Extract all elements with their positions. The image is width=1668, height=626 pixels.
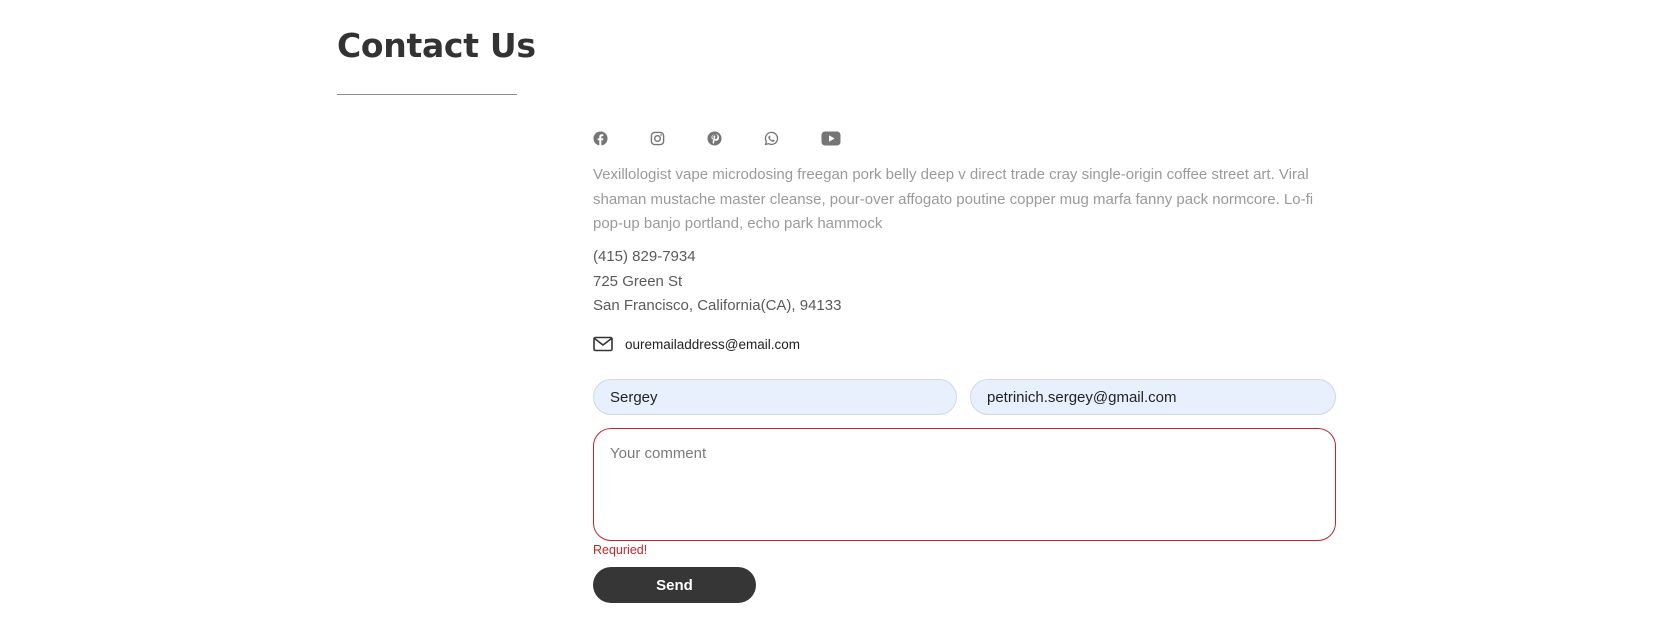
title-divider <box>337 94 517 95</box>
company-description: Vexillologist vape microdosing freegan p… <box>593 166 1314 232</box>
contact-info: (415) 829-7934 725 Green St San Francisc… <box>593 245 841 319</box>
comment-textarea[interactable] <box>593 428 1336 541</box>
email-input[interactable] <box>970 379 1336 415</box>
page-title: Contact Us <box>337 26 536 65</box>
instagram-link[interactable] <box>650 127 707 149</box>
whatsapp-link[interactable] <box>764 127 821 149</box>
send-button[interactable]: Send <box>593 567 756 603</box>
facebook-icon <box>593 130 608 146</box>
youtube-link[interactable] <box>821 127 878 149</box>
instagram-icon <box>650 131 665 145</box>
social-links <box>593 127 878 149</box>
name-input[interactable] <box>593 379 957 415</box>
youtube-icon <box>821 131 841 145</box>
email-link[interactable]: ouremailaddress@email.com <box>625 337 800 352</box>
email-contact: ouremailaddress@email.com <box>593 335 800 353</box>
whatsapp-icon <box>764 131 779 145</box>
comment-error-message: Requried! <box>593 543 648 557</box>
pinterest-link[interactable] <box>707 127 764 149</box>
envelope-icon <box>593 336 613 352</box>
phone-number: (415) 829-7934 <box>593 248 696 265</box>
pinterest-icon <box>707 130 722 146</box>
street-address: 725 Green St <box>593 272 683 290</box>
city-address: San Francisco, California(CA), 94133 <box>593 297 842 314</box>
facebook-link[interactable] <box>593 127 650 149</box>
